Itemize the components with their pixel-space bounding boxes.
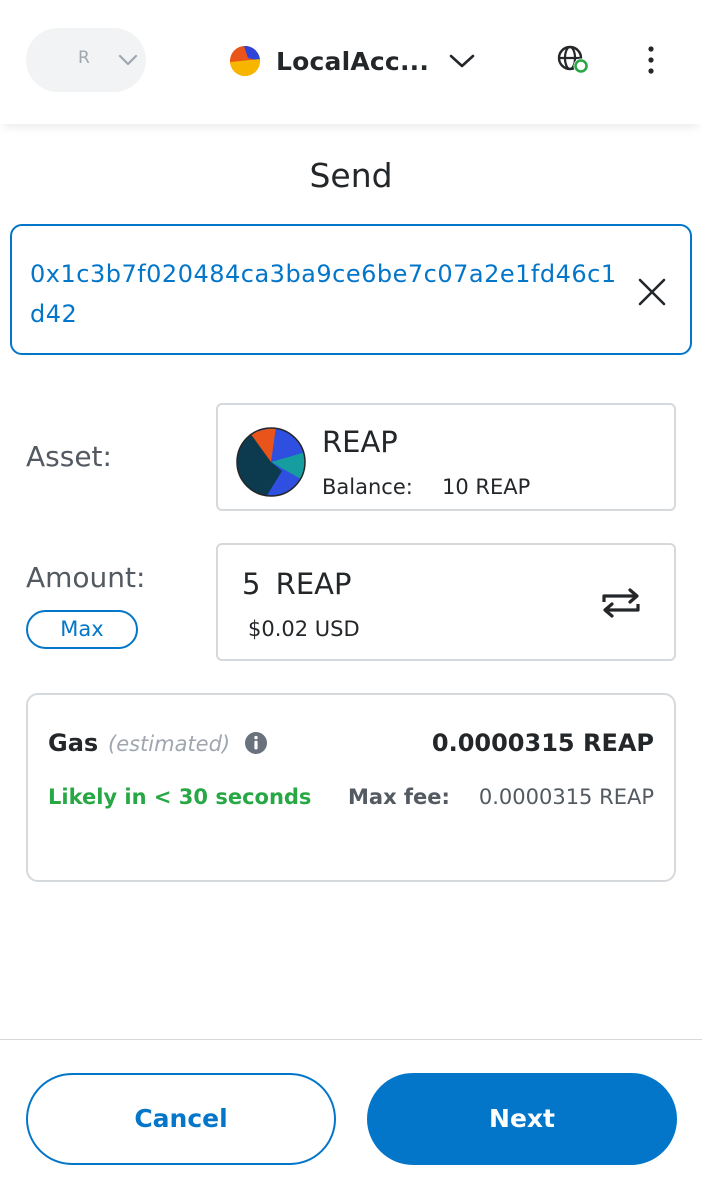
chevron-down-icon bbox=[118, 54, 138, 66]
gas-amount: 0.0000315 REAP bbox=[431, 729, 654, 757]
amount-value[interactable]: 5 REAP bbox=[242, 567, 351, 601]
page-title: Send bbox=[309, 156, 393, 195]
next-button[interactable]: Next bbox=[367, 1073, 677, 1165]
max-button[interactable]: Max bbox=[26, 610, 138, 649]
amount-label: Amount: bbox=[26, 561, 146, 594]
info-icon[interactable] bbox=[244, 731, 268, 755]
kebab-menu-icon[interactable] bbox=[640, 44, 662, 76]
account-avatar-icon bbox=[230, 46, 260, 76]
gas-fee-panel[interactable]: Gas (estimated) 0.0000315 REAP Likely in… bbox=[26, 693, 676, 882]
network-initial: R bbox=[78, 48, 90, 68]
amount-input[interactable]: 5 REAP $0.02 USD bbox=[216, 543, 676, 661]
account-name: LocalAcc... bbox=[276, 46, 430, 76]
gas-title: Gas bbox=[48, 729, 99, 757]
asset-symbol: REAP bbox=[322, 425, 398, 459]
max-fee-value: 0.0000315 REAP bbox=[478, 785, 654, 809]
app-header: R LocalAcc... bbox=[0, 0, 702, 124]
recipient-address[interactable]: 0x1c3b7f020484ca3ba9ce6be7c07a2e1fd46c1d… bbox=[30, 254, 630, 334]
token-icon bbox=[236, 427, 306, 497]
asset-selector[interactable]: REAP Balance: 10 REAP bbox=[216, 403, 676, 511]
account-menu-button[interactable]: LocalAcc... bbox=[230, 44, 475, 78]
globe-connected-icon[interactable] bbox=[556, 44, 592, 76]
recipient-address-field[interactable]: 0x1c3b7f020484ca3ba9ce6be7c07a2e1fd46c1d… bbox=[10, 224, 692, 355]
asset-balance-label: Balance: bbox=[322, 475, 413, 499]
max-fee-label: Max fee: bbox=[348, 785, 450, 809]
amount-fiat-value: $0.02 USD bbox=[248, 617, 360, 641]
footer-divider bbox=[0, 1039, 702, 1040]
asset-balance-value: 10 REAP bbox=[442, 475, 531, 499]
close-icon[interactable] bbox=[636, 276, 668, 308]
gas-estimated-label: (estimated) bbox=[108, 732, 231, 756]
asset-label: Asset: bbox=[26, 440, 112, 473]
gas-time-estimate: Likely in < 30 seconds bbox=[48, 785, 312, 809]
cancel-button[interactable]: Cancel bbox=[26, 1073, 336, 1165]
network-selector[interactable]: R bbox=[26, 28, 146, 92]
swap-currency-icon[interactable] bbox=[598, 587, 644, 619]
chevron-down-icon bbox=[449, 54, 475, 68]
